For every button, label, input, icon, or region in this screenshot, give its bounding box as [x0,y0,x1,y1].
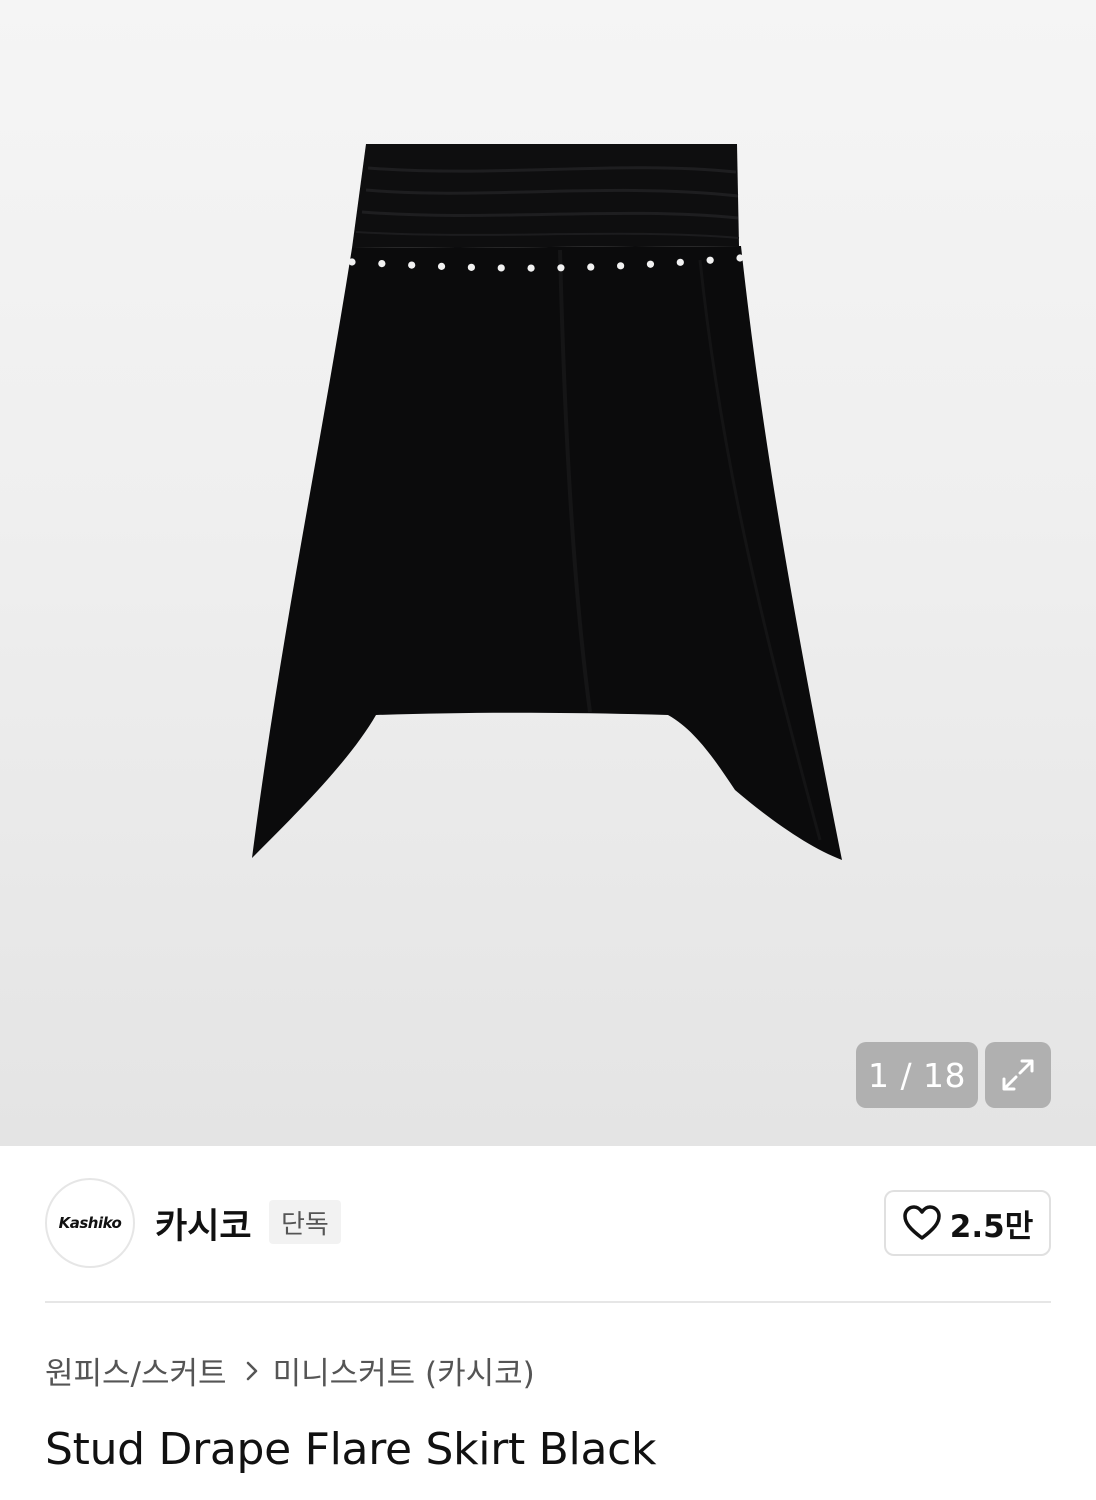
stud [676,258,684,266]
stud [527,264,535,272]
stud [646,260,655,268]
divider [45,1301,1051,1303]
image-counter: 1 / 18 [856,1042,978,1108]
breadcrumb-item-category[interactable]: 원피스/스커트 [45,1348,227,1393]
stud [706,256,714,264]
stud [348,258,356,266]
brand-name[interactable]: 카시코 [155,1198,252,1249]
stud [587,263,595,271]
product-image-gallery[interactable]: 1 / 18 [0,0,1096,1146]
stud [736,254,744,262]
chevron-right-icon [245,1360,259,1382]
stud [408,261,416,269]
breadcrumb: 원피스/스커트 미니스커트 (카시코) [45,1348,535,1393]
exclusive-badge: 단독 [269,1200,341,1244]
heart-icon [903,1205,941,1240]
stud [378,260,386,268]
like-button[interactable]: 2.5만 [884,1190,1051,1256]
brand-logo[interactable]: Kashiko [45,1178,135,1268]
expand-icon [1002,1059,1034,1091]
stud [467,263,475,271]
stud [617,262,625,270]
product-title: Stud Drape Flare Skirt Black [45,1424,657,1475]
brand-row: Kashiko 카시코 단독 2.5만 [45,1178,1051,1268]
stud [497,264,505,272]
like-count: 2.5만 [949,1208,1034,1245]
breadcrumb-item-subcategory[interactable]: 미니스커트 (카시코) [273,1348,535,1393]
stud [437,262,446,270]
product-image[interactable] [0,0,1096,1146]
brand-logo-text: Kashiko [58,1214,122,1232]
stud [557,264,565,272]
expand-button[interactable] [985,1042,1051,1108]
